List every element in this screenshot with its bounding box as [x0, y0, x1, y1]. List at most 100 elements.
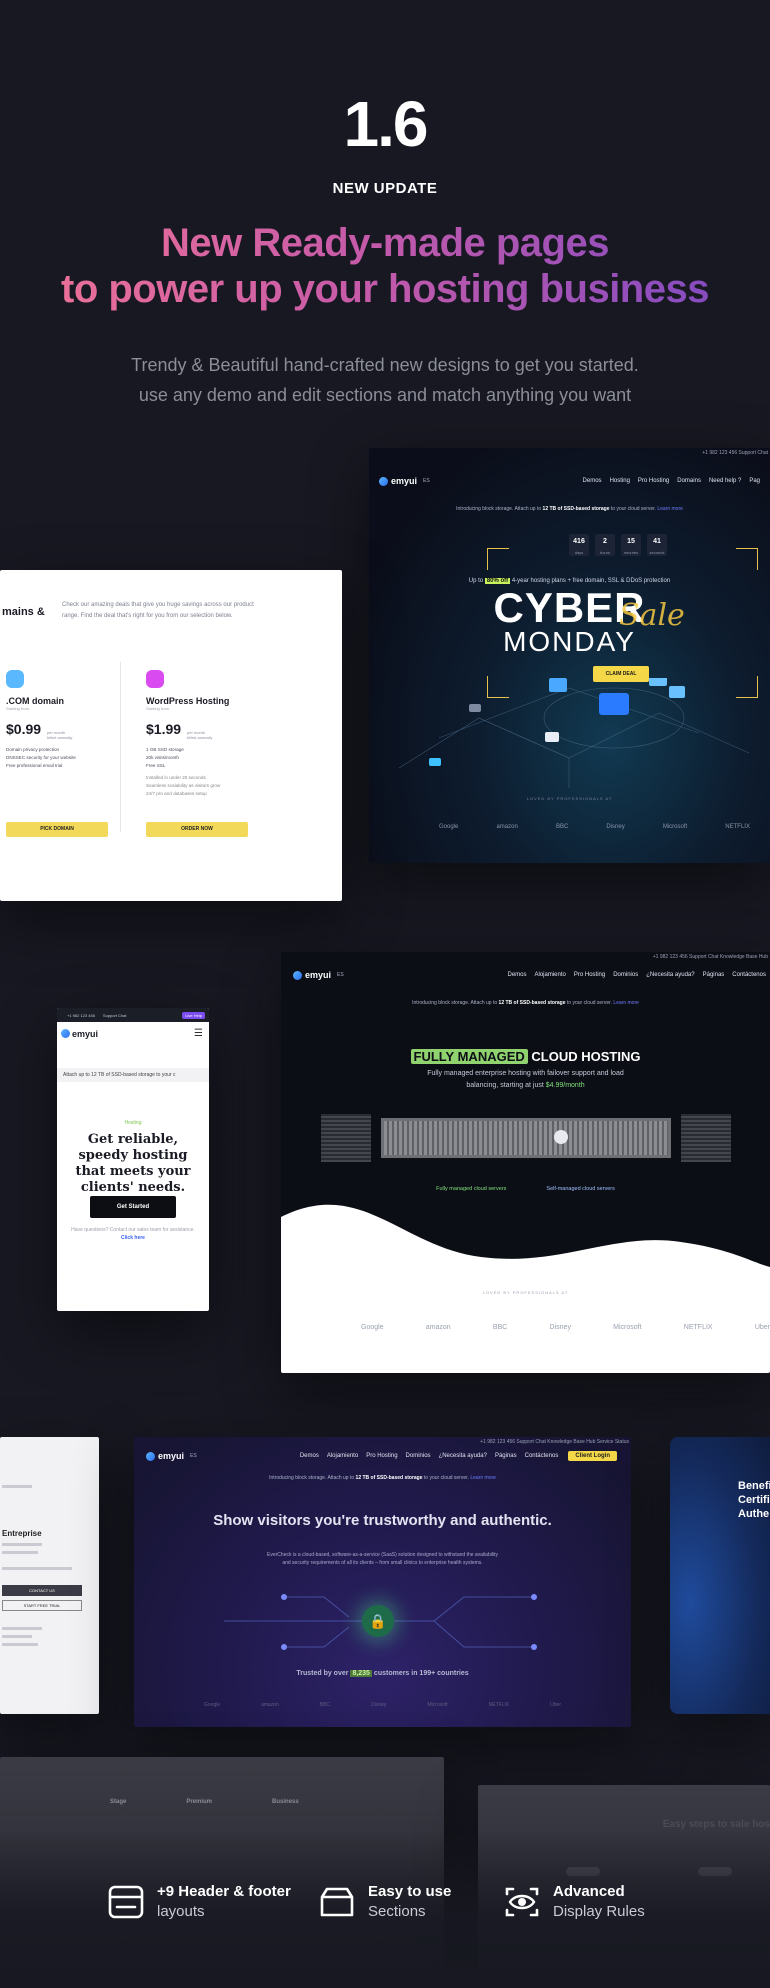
get-started-button[interactable]: Get Started	[90, 1196, 176, 1218]
click-here-link[interactable]: Click here	[121, 1235, 145, 1241]
nav-links: Demos Alojamiento Pro Hosting Dominios ¿…	[507, 972, 766, 978]
announcement-link[interactable]: Learn more	[613, 1000, 639, 1006]
logo-bbc: BBC	[555, 824, 569, 830]
countdown-minutes: 15 minutes	[621, 534, 641, 556]
mobile-announcement: Attach up to 12 TB of SSD-based storage …	[57, 1068, 209, 1082]
announcement-bar: Introducing block storage. Attach up to …	[269, 1475, 496, 1481]
pick-domain-button[interactable]: PICK DOMAIN	[6, 822, 108, 837]
nav-item[interactable]: Hosting	[610, 478, 630, 484]
language-switch[interactable]: ES	[337, 972, 344, 978]
start-trial-button[interactable]: START FREE TRIAL	[2, 1600, 82, 1611]
feature-text: +9 Header & footer layouts	[157, 1883, 291, 1920]
plan-starting: Starting from	[146, 706, 169, 711]
demo-navbar: emyui ES Demos Alojamiento Pro Hosting D…	[293, 970, 766, 980]
countdown-seconds: 41 seconds	[647, 534, 667, 556]
announcement-bar: Introducing block storage. Attach up to …	[456, 506, 683, 512]
headline-line-1: New Ready-made pages	[0, 220, 770, 266]
mobile-question: Have questions? Contact our sales team f…	[71, 1227, 195, 1241]
util-bar: +1 982 123 456 Support Chat	[702, 450, 768, 456]
nav-item[interactable]: Need help ?	[709, 478, 741, 484]
logo[interactable]: emyui	[293, 970, 331, 980]
nav-item[interactable]: Pro Hosting	[366, 1453, 397, 1459]
logo-microsoft: Microsoft	[662, 824, 688, 830]
logo[interactable]: emyui	[379, 476, 417, 486]
update-label: NEW UPDATE	[332, 180, 438, 197]
logo-netflix: NETFLIX	[725, 824, 750, 830]
text-line	[2, 1551, 38, 1554]
partner-logos: Google amazon BBC Disney Microsoft NETFL…	[204, 1702, 561, 1708]
logo[interactable]: emyui	[61, 1029, 98, 1039]
logo-microsoft: Microsoft	[613, 1324, 642, 1331]
wordpress-icon	[146, 670, 164, 688]
pricing-title: mains &	[2, 606, 45, 618]
nav-item[interactable]: Domains	[677, 478, 701, 484]
trusted-by-line: Trusted by over 8,235 customers in 199+ …	[296, 1670, 469, 1677]
live-help-badge[interactable]: Live Help	[182, 1011, 205, 1019]
nav-item[interactable]: Demos	[300, 1453, 319, 1459]
hosting-title: FULLY MANAGED CLOUD HOSTING	[281, 1049, 770, 1064]
language-switch[interactable]: ES	[190, 1453, 197, 1459]
enterprise-demo-preview[interactable]: Entreprise CONTACT US START FREE TRIAL	[0, 1437, 99, 1714]
hamburger-menu-icon[interactable]: ☰	[194, 1028, 203, 1039]
countdown-hours: 2 hours	[595, 534, 615, 556]
nav-item[interactable]: Páginas	[703, 972, 725, 978]
wave-shape	[281, 1204, 770, 1373]
announcement-link[interactable]: Learn more	[657, 506, 683, 512]
client-login-button[interactable]: Client Login	[568, 1451, 617, 1461]
benefits-demo-preview[interactable]: Benefi Certifi Authe	[670, 1437, 770, 1714]
trusted-label: LOVED BY PROFESSIONALS AT	[482, 1290, 569, 1295]
pricing-demo-preview[interactable]: mains & Check our amazing deals that giv…	[0, 570, 342, 901]
managed-servers-link[interactable]: Fully managed cloud servers	[436, 1186, 506, 1192]
nav-item[interactable]: ¿Necesita ayuda?	[439, 1453, 487, 1459]
logo-uber: Uber	[754, 1324, 770, 1331]
nav-item[interactable]: Contáctenos	[525, 1453, 559, 1459]
partner-logos: Google amazon BBC Disney Microsoft NETFL…	[361, 1324, 770, 1331]
logo-netflix: NETFLIX	[488, 1702, 510, 1708]
plan-column-label: Premium	[186, 1799, 213, 1805]
self-managed-servers-link[interactable]: Self-managed cloud servers	[546, 1186, 614, 1192]
benefits-text: Benefi Certifi Authe	[738, 1480, 770, 1520]
logo-netflix: NETFLIX	[683, 1324, 713, 1331]
plan-starting: Starting from	[6, 706, 29, 711]
logo-bbc: BBC	[492, 1324, 508, 1331]
nav-item[interactable]: Páginas	[495, 1453, 517, 1459]
logo-uber: Uber	[550, 1702, 561, 1708]
contact-us-button[interactable]: CONTACT US	[2, 1585, 82, 1596]
nav-item[interactable]: Dominios	[406, 1453, 431, 1459]
mobile-demo-preview[interactable]: +1 982 123 456 Support Chat Live Help em…	[57, 1008, 209, 1311]
nav-item[interactable]: Pro Hosting	[574, 972, 605, 978]
text-line	[2, 1627, 42, 1630]
plan-price: $0.99 per month billed annually	[6, 721, 73, 740]
logo-disney: Disney	[371, 1702, 387, 1708]
nav-item[interactable]: Alojamiento	[327, 1453, 358, 1459]
cube-icon	[599, 693, 629, 715]
box-icon	[320, 1887, 354, 1917]
nav-item[interactable]: Demos	[583, 478, 602, 484]
hero-subtext: Trendy & Beautiful hand-crafted new desi…	[0, 350, 770, 410]
order-now-button[interactable]: ORDER NOW	[146, 822, 248, 837]
nav-item[interactable]: Demos	[507, 972, 526, 978]
cloud-hosting-demo-preview[interactable]: +1 982 123 456 Support Chat Knowledge Ba…	[281, 952, 770, 1373]
mobile-util-bar: +1 982 123 456 Support Chat Live Help	[57, 1008, 209, 1022]
logo-microsoft: Microsoft	[427, 1702, 448, 1708]
nav-item[interactable]: Dominios	[613, 972, 638, 978]
subtext-line-1: Trendy & Beautiful hand-crafted new desi…	[131, 355, 639, 375]
pricing-intro: Check our amazing deals that give you hu…	[62, 602, 254, 619]
plan-features: 1 GB SSD storage 20k visits/month Free S…	[146, 747, 221, 796]
logo[interactable]: emyui	[146, 1451, 184, 1461]
feature-text: Easy to use Sections	[368, 1883, 452, 1920]
server-image	[681, 1114, 731, 1162]
nav-item[interactable]: Pag	[749, 478, 760, 484]
cube-icon	[649, 678, 667, 686]
announcement-link[interactable]: Learn more	[470, 1475, 496, 1481]
nav-item[interactable]: Pro Hosting	[638, 478, 669, 484]
trust-demo-preview[interactable]: +1 982 123 456 Support Chat Knowledge Ba…	[134, 1437, 631, 1727]
nav-links: Demos Hosting Pro Hosting Domains Need h…	[583, 478, 760, 484]
language-switch[interactable]: ES	[423, 478, 430, 484]
mobile-headline: Get reliable, speedy hosting that meets …	[75, 1132, 191, 1195]
nav-item[interactable]: Alojamiento	[535, 972, 566, 978]
feature-text: Advanced Display Rules	[553, 1883, 645, 1920]
cyber-monday-demo-preview[interactable]: +1 982 123 456 Support Chat emyui ES Dem…	[369, 448, 770, 863]
nav-item[interactable]: Contáctenos	[732, 972, 766, 978]
nav-item[interactable]: ¿Necesita ayuda?	[646, 972, 694, 978]
